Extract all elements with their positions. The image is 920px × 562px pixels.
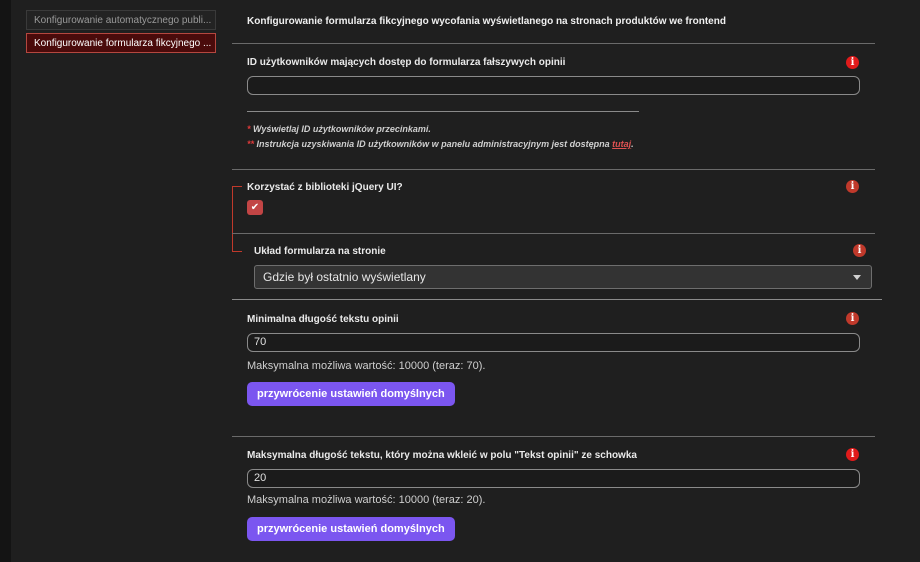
info-icon[interactable]: i [846, 56, 859, 69]
info-icon[interactable]: i [853, 244, 866, 257]
jquery-ui-label: Korzystać z biblioteki jQuery UI? [247, 182, 403, 193]
tutorial-link[interactable]: tutaj [612, 139, 631, 149]
info-icon[interactable]: i [846, 448, 859, 461]
divider [232, 43, 875, 44]
max-paste-label: Maksymalna długość tekstu, który można w… [247, 450, 637, 461]
reset-defaults-button[interactable]: przywrócenie ustawień domyślnych [247, 517, 455, 541]
divider [232, 169, 875, 170]
sidebar-item-auto-publish[interactable]: Konfigurowanie automatycznego publi... [26, 10, 216, 30]
tree-connector [232, 186, 242, 187]
tree-connector [232, 186, 233, 252]
required-star: ** [247, 139, 255, 149]
sidebar-item-fake-form[interactable]: Konfigurowanie formularza fikcyjnego ... [26, 33, 216, 53]
user-ids-note-1: * Wyświetlaj ID użytkowników przecinkami… [247, 124, 431, 134]
min-length-help: Maksymalna możliwa wartość: 10000 (teraz… [247, 360, 486, 372]
layout-label: Układ formularza na stronie [254, 246, 386, 257]
tree-connector [232, 251, 242, 252]
divider [232, 233, 875, 234]
info-icon[interactable]: i [846, 312, 859, 325]
divider [232, 299, 882, 300]
main-panel: Konfigurowanie formularza fikcyjnego wyc… [232, 0, 882, 562]
max-paste-input[interactable]: 20 [247, 469, 860, 488]
sidebar: Konfigurowanie automatycznego publi... K… [26, 10, 216, 56]
required-star: * [247, 124, 251, 134]
reset-defaults-button[interactable]: przywrócenie ustawień domyślnych [247, 382, 455, 406]
user-ids-label: ID użytkowników mających dostęp do formu… [247, 57, 566, 68]
note-text: Wyświetlaj ID użytkowników przecinkami. [253, 124, 431, 134]
min-length-input[interactable]: 70 [247, 333, 860, 352]
note-period: . [631, 139, 634, 149]
divider [247, 111, 639, 112]
jquery-ui-checkbox[interactable]: ✔ [247, 200, 263, 215]
left-edge-strip [0, 0, 11, 562]
user-ids-note-2: ** Instrukcja uzyskiwania ID użytkownikó… [247, 139, 634, 149]
min-length-label: Minimalna długość tekstu opinii [247, 314, 399, 325]
max-paste-help: Maksymalna możliwa wartość: 10000 (teraz… [247, 494, 486, 506]
divider [232, 436, 875, 437]
layout-select[interactable]: Gdzie był ostatnio wyświetlany [254, 265, 872, 289]
user-ids-input[interactable] [247, 76, 860, 95]
layout-select-value: Gdzie był ostatnio wyświetlany [263, 270, 426, 284]
note-text: Instrukcja uzyskiwania ID użytkowników w… [256, 139, 610, 149]
info-icon[interactable]: i [846, 180, 859, 193]
page-title: Konfigurowanie formularza fikcyjnego wyc… [247, 16, 726, 27]
chevron-down-icon [853, 275, 861, 280]
